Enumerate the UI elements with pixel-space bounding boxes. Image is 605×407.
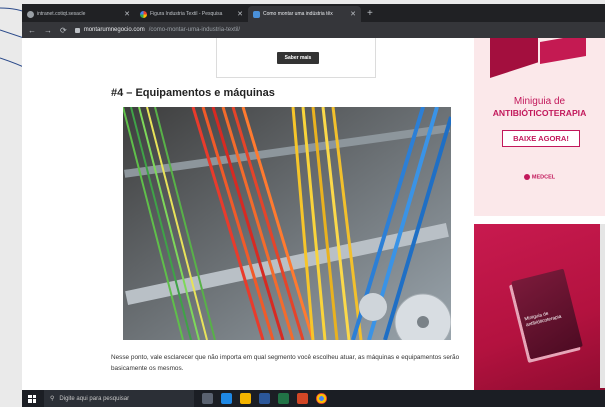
section-heading: #4 – Equipamentos e máquinas <box>111 87 275 99</box>
powerpoint-icon[interactable] <box>297 393 308 404</box>
lock-icon <box>74 27 80 33</box>
book-cover-graphic: Miniguia de antibióticoterapia <box>511 268 583 360</box>
saber-mais-button[interactable]: Saber mais <box>277 52 319 64</box>
chrome-icon[interactable] <box>316 393 327 404</box>
url-host: montarumnegocio.com <box>83 27 145 33</box>
word-icon[interactable] <box>259 393 270 404</box>
tab-title: Figura Industria Textil - Pesquisa <box>150 11 223 17</box>
sidebar-ad-top[interactable]: Miniguia de ANTIBIÓTICOTERAPIA BAIXE AGO… <box>474 38 605 216</box>
sidebar-ad-bottom[interactable]: Miniguia de antibióticoterapia <box>474 224 605 390</box>
brand-label: MEDCEL <box>531 174 556 181</box>
baixe-agora-button[interactable]: BAIXE AGORA! <box>502 130 580 147</box>
tab-intranet[interactable]: intranet.cotiqt.sesacle ✕ <box>22 6 135 22</box>
task-view-icon[interactable] <box>202 393 213 404</box>
google-icon <box>140 10 147 18</box>
close-icon[interactable]: ✕ <box>237 10 243 18</box>
book-title: Miniguia de antibióticoterapia <box>524 311 563 329</box>
close-icon[interactable]: ✕ <box>350 10 356 18</box>
tab-article[interactable]: Como montar uma indústria têx ✕ <box>248 6 361 22</box>
search-icon: ⚲ <box>50 396 55 402</box>
excel-icon[interactable] <box>278 393 289 404</box>
web-page: Saber mais #4 – Equipamentos e máquinas <box>22 38 605 390</box>
globe-icon <box>27 10 34 18</box>
tab-title: Como montar uma indústria têx <box>263 11 333 17</box>
tab-google-search[interactable]: Figura Industria Textil - Pesquisa ✕ <box>135 6 248 22</box>
medcel-logo-icon <box>523 174 530 180</box>
back-icon[interactable]: ← <box>28 26 36 35</box>
windows-start-icon[interactable] <box>28 394 36 403</box>
book-graphic <box>490 38 538 78</box>
forward-icon[interactable]: → <box>44 26 52 35</box>
ad-line1: Miniguia de <box>513 96 566 107</box>
scrollbar[interactable] <box>600 224 605 388</box>
reload-icon[interactable]: ⟳ <box>60 26 67 35</box>
top-banner-ad: Saber mais <box>216 38 376 78</box>
screen: intranet.cotiqt.sesacle ✕ Figura Industr… <box>0 0 605 407</box>
book-graphic <box>540 38 586 65</box>
address-bar: ← → ⟳ montarumnegocio.com/como-montar-um… <box>22 22 605 38</box>
close-icon[interactable]: ✕ <box>124 10 130 18</box>
tab-title: intranet.cotiqt.sesacle <box>37 11 86 17</box>
edge-icon[interactable] <box>221 393 232 404</box>
ad-brand: MEDCEL <box>474 174 605 180</box>
tab-strip: intranet.cotiqt.sesacle ✕ Figura Industr… <box>22 4 605 22</box>
new-tab-icon[interactable]: + <box>361 6 379 22</box>
taskbar: ⚲ Digite aqui para pesquisar <box>22 390 605 407</box>
ad-line2: ANTIBIÓTICOTERAPIA <box>492 108 587 118</box>
search-placeholder: Digite aqui para pesquisar <box>59 395 130 402</box>
url-field[interactable]: montarumnegocio.com/como-montar-uma-indu… <box>74 27 241 33</box>
article-paragraph: Nesse ponto, vale esclarecer que não imp… <box>111 354 460 372</box>
site-icon <box>253 10 260 18</box>
loom-photo <box>123 107 451 340</box>
taskbar-search[interactable]: ⚲ Digite aqui para pesquisar <box>44 390 194 407</box>
file-explorer-icon[interactable] <box>240 393 251 404</box>
url-path: /como-montar-uma-industria-textil/ <box>148 27 241 33</box>
